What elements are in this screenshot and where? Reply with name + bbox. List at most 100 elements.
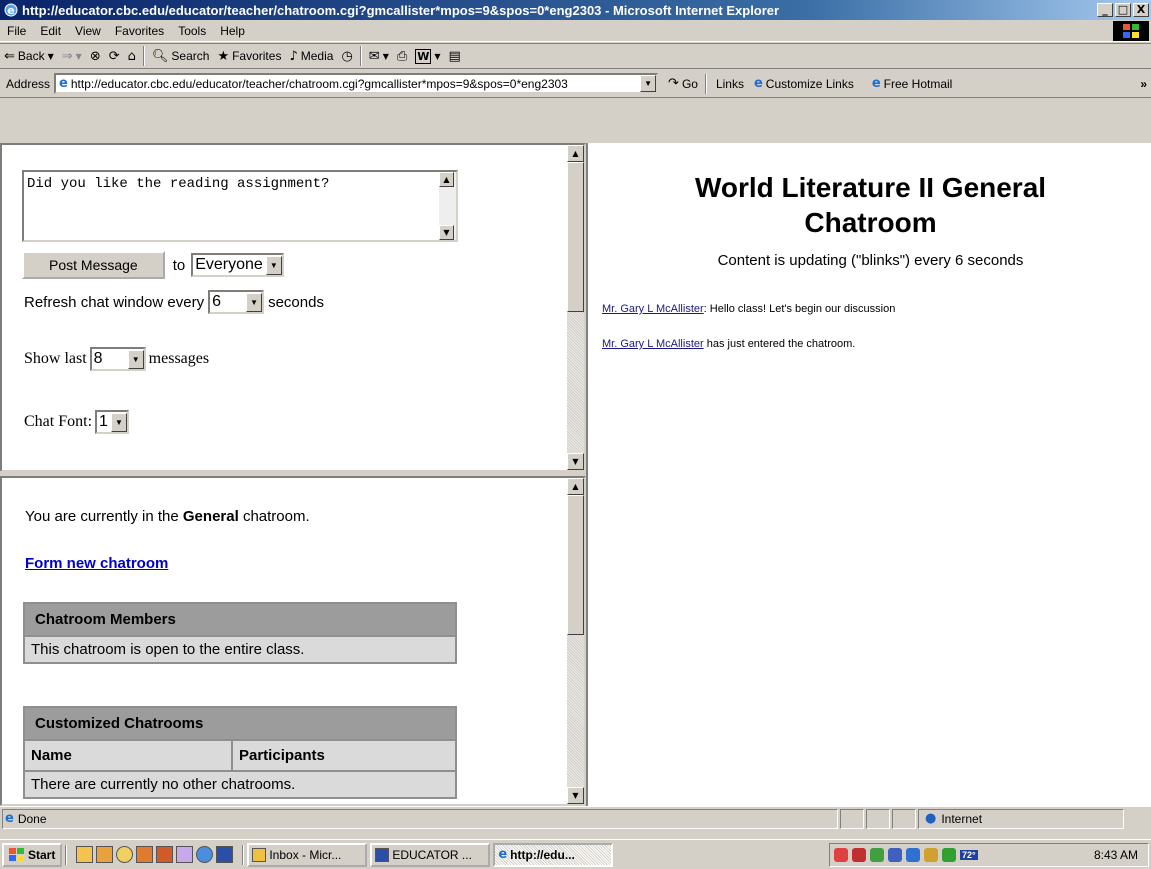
scroll-down-button[interactable]: ▼ <box>567 787 584 804</box>
quick-launch-icon[interactable] <box>116 846 134 863</box>
scroll-down-button[interactable]: ▼ <box>439 225 454 240</box>
menu-bar: File Edit View Favorites Tools Help <box>0 20 1151 42</box>
menu-help[interactable]: Help <box>213 24 252 38</box>
chevron-down-icon: ▼ <box>47 51 54 61</box>
quick-launch-icon[interactable] <box>136 846 154 863</box>
title-bar: e http://educator.cbc.edu/educator/teach… <box>0 0 1151 20</box>
address-label: Address <box>6 76 51 91</box>
chevron-down-icon[interactable]: ▼ <box>110 412 127 432</box>
go-arrow-icon: ↷ <box>668 76 679 91</box>
quick-launch-icon[interactable] <box>76 846 94 863</box>
tray-icon[interactable] <box>834 848 848 862</box>
textarea-scrollbar[interactable]: ▲ ▼ <box>439 172 456 240</box>
custom-chatrooms-table: Customized Chatrooms Name Participants T… <box>23 706 457 799</box>
ie-page-icon: e <box>753 76 763 91</box>
print-button[interactable]: ⎙ <box>393 45 411 67</box>
refresh-interval-select[interactable]: 6 ▼ <box>208 290 265 314</box>
chevron-down-icon: ▼ <box>434 51 441 61</box>
menu-file[interactable]: File <box>0 24 33 38</box>
history-button[interactable]: ◷ <box>337 45 356 67</box>
scroll-thumb[interactable] <box>567 495 584 635</box>
message-author-link[interactable]: Mr. Gary L McAllister <box>602 303 704 315</box>
refresh-button[interactable]: ⟳ <box>105 45 124 67</box>
show-last-select[interactable]: 8 ▼ <box>89 347 146 371</box>
show-last-value: 8 <box>93 350 103 367</box>
status-pane <box>866 808 890 829</box>
ie-icon: e <box>498 847 508 862</box>
chevron-down-icon[interactable]: ▼ <box>127 349 144 369</box>
menu-view[interactable]: View <box>68 24 108 38</box>
chevron-down-icon[interactable]: ▼ <box>265 255 282 275</box>
toolbar-separator <box>359 46 362 66</box>
media-label: Media <box>300 49 334 63</box>
quick-launch-icon[interactable] <box>176 846 194 863</box>
address-input[interactable]: e http://educator.cbc.edu/educator/teach… <box>54 73 659 94</box>
message-textarea[interactable]: Did you like the reading assignment? ▲ ▼ <box>22 170 458 242</box>
customize-links-link[interactable]: e Customize Links <box>750 73 858 95</box>
taskbar-separator <box>242 844 245 865</box>
form-new-chatroom-link[interactable]: Form new chatroom <box>25 555 168 572</box>
print-icon: ⎙ <box>396 48 408 64</box>
start-label: Start <box>28 847 56 862</box>
tray-icon[interactable] <box>906 848 920 862</box>
quick-launch-icon[interactable] <box>96 846 114 863</box>
start-button[interactable]: Start <box>2 842 63 867</box>
chat-font-select[interactable]: 1 ▼ <box>95 410 129 434</box>
scroll-down-button[interactable]: ▼ <box>567 453 584 470</box>
stop-button[interactable]: ⊗ <box>86 45 105 67</box>
tray-icon[interactable] <box>870 848 884 862</box>
home-icon: ⌂ <box>127 48 136 64</box>
post-message-button[interactable]: Post Message <box>22 251 165 279</box>
word-quick-launch-icon[interactable] <box>216 846 234 863</box>
room-info-frame-scrollbar[interactable]: ▲ ▼ <box>567 478 584 804</box>
close-button[interactable]: X <box>1133 3 1149 17</box>
compose-frame: Did you like the reading assignment? ▲ ▼… <box>0 143 586 472</box>
menu-tools[interactable]: Tools <box>171 24 213 38</box>
media-button[interactable]: ♪ Media <box>285 45 337 67</box>
clock[interactable]: 8:43 AM <box>1094 848 1138 862</box>
go-button[interactable]: ↷ Go <box>664 73 702 95</box>
favorites-button[interactable]: ★ Favorites <box>213 45 285 67</box>
scroll-thumb[interactable] <box>567 162 584 312</box>
recipient-select[interactable]: Everyone ▼ <box>191 253 284 277</box>
back-button[interactable]: ⇐ Back ▼ <box>0 45 58 67</box>
chevron-down-icon[interactable]: ▼ <box>246 292 263 312</box>
tray-icon[interactable] <box>924 848 938 862</box>
current-room-suffix: chatroom. <box>242 508 310 525</box>
message-author-link[interactable]: Mr. Gary L McAllister <box>602 338 704 350</box>
edit-word-button[interactable]: W ▼ <box>411 45 444 67</box>
free-hotmail-link[interactable]: e Free Hotmail <box>868 73 957 95</box>
network-icon[interactable] <box>888 848 902 862</box>
word-icon: W <box>415 48 432 64</box>
weather-temp[interactable]: 72° <box>960 850 978 860</box>
toolbar-separator <box>704 73 707 94</box>
compose-frame-scrollbar[interactable]: ▲ ▼ <box>567 145 584 470</box>
discuss-button[interactable]: ▤ <box>445 45 465 67</box>
tray-icon[interactable] <box>942 848 956 862</box>
maximize-button[interactable]: □ <box>1115 3 1131 17</box>
shield-icon[interactable] <box>852 848 866 862</box>
stop-icon: ⊗ <box>89 48 101 64</box>
task-educator-word[interactable]: EDUCATOR ... <box>370 842 491 867</box>
scroll-up-button[interactable]: ▲ <box>567 478 584 495</box>
minimize-button[interactable]: _ <box>1097 3 1113 17</box>
home-button[interactable]: ⌂ <box>124 45 140 67</box>
task-inbox[interactable]: Inbox - Micr... <box>247 842 368 867</box>
mail-button[interactable]: ✉ ▼ <box>365 45 393 67</box>
members-text: This chatroom is open to the entire clas… <box>25 637 455 662</box>
ie-quick-launch-icon[interactable] <box>196 846 214 863</box>
more-links-chevron-icon[interactable]: » <box>1140 77 1147 91</box>
message-text: : Hello class! Let's begin our discussio… <box>703 303 896 315</box>
address-dropdown-button[interactable]: ▼ <box>640 75 657 92</box>
forward-button[interactable]: ⇒ ▼ <box>58 45 86 67</box>
ie-logo-icon: e <box>4 3 18 17</box>
quick-launch-icon[interactable] <box>156 846 174 863</box>
scroll-up-button[interactable]: ▲ <box>567 145 584 162</box>
messages-label: messages <box>148 350 210 367</box>
menu-favorites[interactable]: Favorites <box>108 24 171 38</box>
menu-edit[interactable]: Edit <box>33 24 68 38</box>
task-ie-window[interactable]: e http://edu... <box>493 842 614 867</box>
scroll-up-button[interactable]: ▲ <box>439 172 454 187</box>
outlook-icon <box>252 847 267 862</box>
search-button[interactable]: 🔍︎ Search <box>148 45 214 67</box>
